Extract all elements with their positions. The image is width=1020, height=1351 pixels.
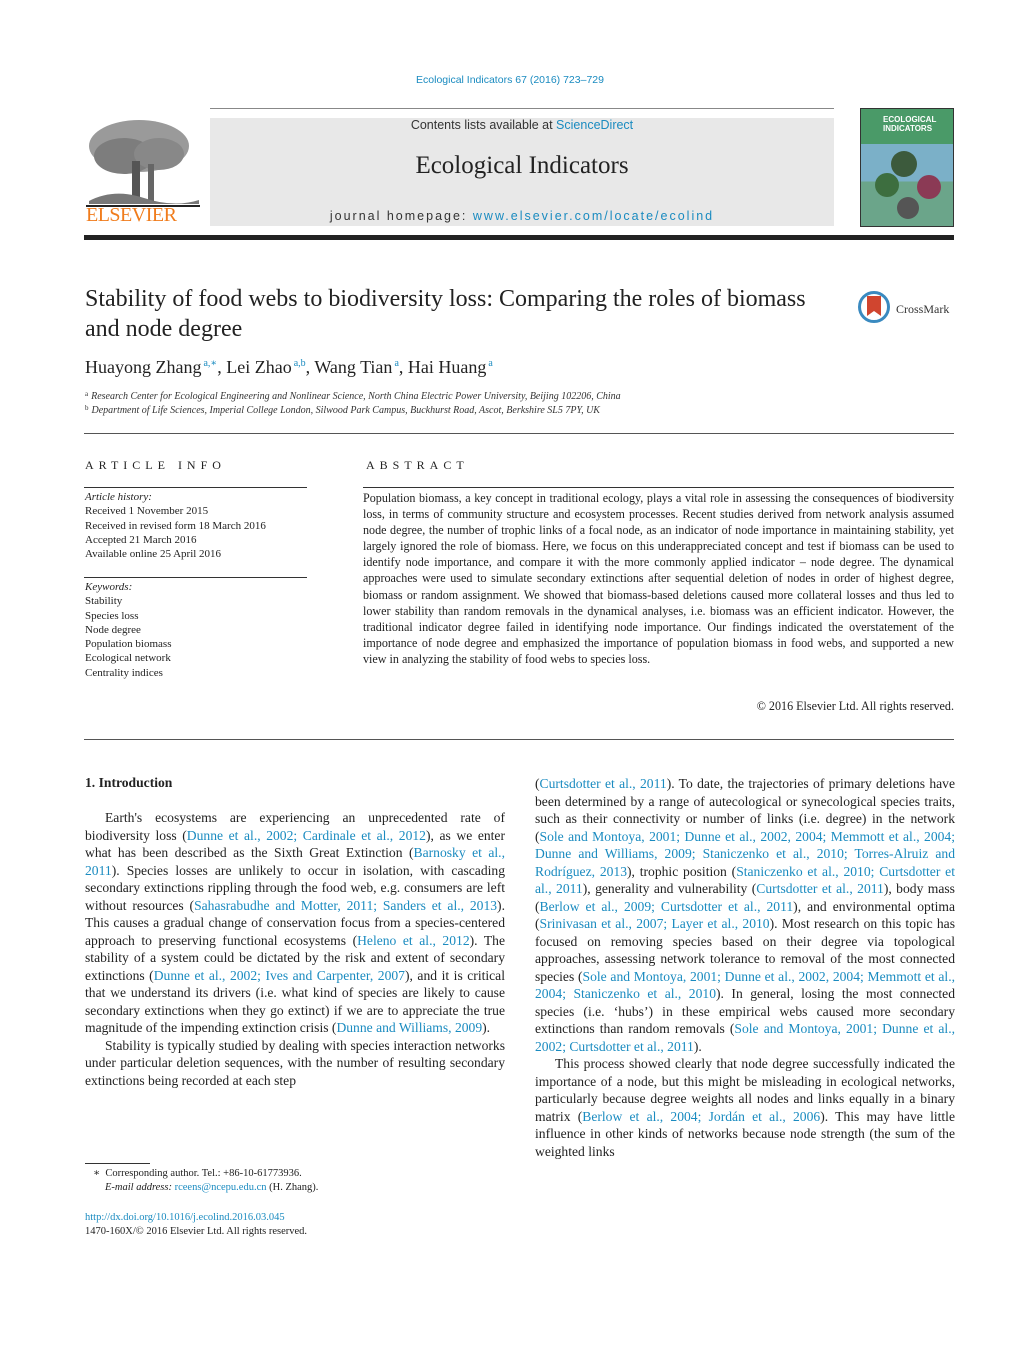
author-list: Huayong Zhang a,∗, Lei Zhao a,b, Wang Tian…	[85, 357, 493, 377]
history-item: Received 1 November 2015	[85, 505, 209, 518]
section-heading-introduction: 1. Introduction	[85, 775, 173, 790]
body-column-right: (Curtsdotter et al., 2011). To date, the…	[535, 775, 955, 1160]
history-item: Received in revised form 18 March 2016	[85, 519, 266, 532]
history-item: Accepted 21 March 2016	[85, 533, 197, 546]
corresponding-author-note: ∗ Corresponding author. Tel.: +86-10-617…	[93, 1168, 302, 1179]
article-title: Stability of food webs to biodiversity l…	[85, 286, 806, 342]
doi-line: http://dx.doi.org/10.1016/j.ecolind.2016…	[85, 1211, 285, 1225]
header-top-rule	[210, 108, 834, 109]
journal-cover-image[interactable]: ECOLOGICAL INDICATORS	[860, 108, 954, 227]
paragraph: This process showed clearly that node de…	[535, 1056, 955, 1159]
keyword: Stability	[85, 595, 123, 608]
affiliation-a: a Research Center for Ecological Engineer…	[85, 390, 621, 402]
citation-link[interactable]: Sahasrabudhe and Motter, 2011; Sanders e…	[194, 898, 497, 913]
keyword: Ecological network	[85, 652, 171, 665]
sciencedirect-link[interactable]: ScienceDirect	[556, 118, 633, 132]
journal-homepage: journal homepage: www.elsevier.com/locat…	[210, 209, 834, 223]
homepage-prefix: journal homepage:	[329, 209, 473, 223]
journal-citation[interactable]: Ecological Indicators 67 (2016) 723–729	[0, 74, 1020, 86]
keyword: Node degree	[85, 623, 141, 636]
footnote-rule	[85, 1163, 150, 1164]
affiliation-b: b Department of Life Sciences, Imperial C…	[85, 404, 600, 416]
citation-link[interactable]: Berlow et al., 2004; Jordán et al., 2006	[582, 1109, 820, 1124]
citation-link[interactable]: Sole and Montoya, 2001; Dunne et al., 20…	[535, 969, 955, 1002]
keywords: Keywords: Stability Species loss Node de…	[85, 581, 172, 679]
email-link[interactable]: rceens@ncepu.edu.cn	[175, 1182, 267, 1193]
header-thick-rule	[84, 235, 954, 240]
email-note: E-mail address: rceens@ncepu.edu.cn (H. …	[105, 1182, 319, 1193]
keyword: Centrality indices	[85, 666, 163, 679]
article-info-heading: ARTICLE INFO	[85, 458, 226, 472]
issn-line: 1470-160X/© 2016 Elsevier Ltd. All right…	[85, 1226, 308, 1237]
citation-link[interactable]: Dunne and Williams, 2009	[336, 1020, 482, 1035]
abstract-text: Population biomass, a key concept in tra…	[363, 491, 954, 666]
citation-link[interactable]: Srinivasan et al., 2007; Layer et al., 2…	[540, 916, 770, 931]
abstract-heading: ABSTRACT	[366, 458, 469, 472]
citation-link[interactable]: Berlow et al., 2009; Curtsdotter et al.,…	[540, 899, 794, 914]
citation-link[interactable]: Curtsdotter et al., 2011	[540, 776, 667, 791]
doi-link[interactable]: http://dx.doi.org/10.1016/j.ecolind.2016…	[85, 1212, 285, 1223]
crossmark-label: CrossMark	[896, 302, 950, 316]
author[interactable]: Wang Tian a	[314, 357, 399, 377]
article-history: Article history: Received 1 November 201…	[85, 491, 266, 561]
journal-title: Ecological Indicators	[415, 152, 629, 179]
citation-link[interactable]: Sole and Montoya, 2001; Dunne et al., 20…	[535, 1021, 955, 1054]
contents-prefix: Contents lists available at	[410, 118, 557, 132]
paragraph: (Curtsdotter et al., 2011). To date, the…	[535, 776, 956, 1054]
cover-title: ECOLOGICAL INDICATORS	[883, 115, 937, 133]
citation-link[interactable]: Curtsdotter et al., 2011	[756, 881, 884, 896]
citation-link[interactable]: Dunne et al., 2002; Cardinale et al., 20…	[187, 828, 426, 843]
contents-line: Contents lists available at ScienceDirec…	[210, 118, 834, 132]
author[interactable]: Hai Huang a	[408, 357, 493, 377]
abstract-divider	[84, 739, 954, 740]
body-column-left: Earth's ecosystems are experiencing an u…	[85, 809, 505, 1089]
citation-link[interactable]: Dunne et al., 2002; Ives and Carpenter, …	[154, 968, 405, 983]
elsevier-wordmark: ELSEVIER	[86, 204, 177, 226]
paragraph: Earth's ecosystems are experiencing an u…	[85, 810, 505, 1035]
homepage-link[interactable]: www.elsevier.com/locate/ecolind	[473, 209, 714, 223]
article-info-rule	[84, 487, 307, 488]
citation-link[interactable]: Barnosky et al., 2011	[85, 845, 505, 878]
paragraph: Stability is typically studied by dealin…	[85, 1037, 505, 1088]
citation-link[interactable]: Heleno et al., 2012	[357, 933, 470, 948]
keyword: Population biomass	[85, 638, 172, 651]
abstract-copyright: © 2016 Elsevier Ltd. All rights reserved…	[756, 699, 954, 713]
crossmark-button[interactable]: CrossMark	[858, 290, 958, 330]
author[interactable]: Huayong Zhang a,∗	[85, 357, 217, 377]
author[interactable]: Lei Zhao a,b	[226, 357, 305, 377]
history-item: Available online 25 April 2016	[85, 548, 222, 561]
elsevier-logo[interactable]: ELSEVIER	[84, 116, 204, 228]
title-divider	[84, 433, 954, 434]
keywords-rule	[84, 577, 307, 578]
abstract-rule	[363, 487, 954, 488]
keyword: Species loss	[85, 609, 139, 622]
